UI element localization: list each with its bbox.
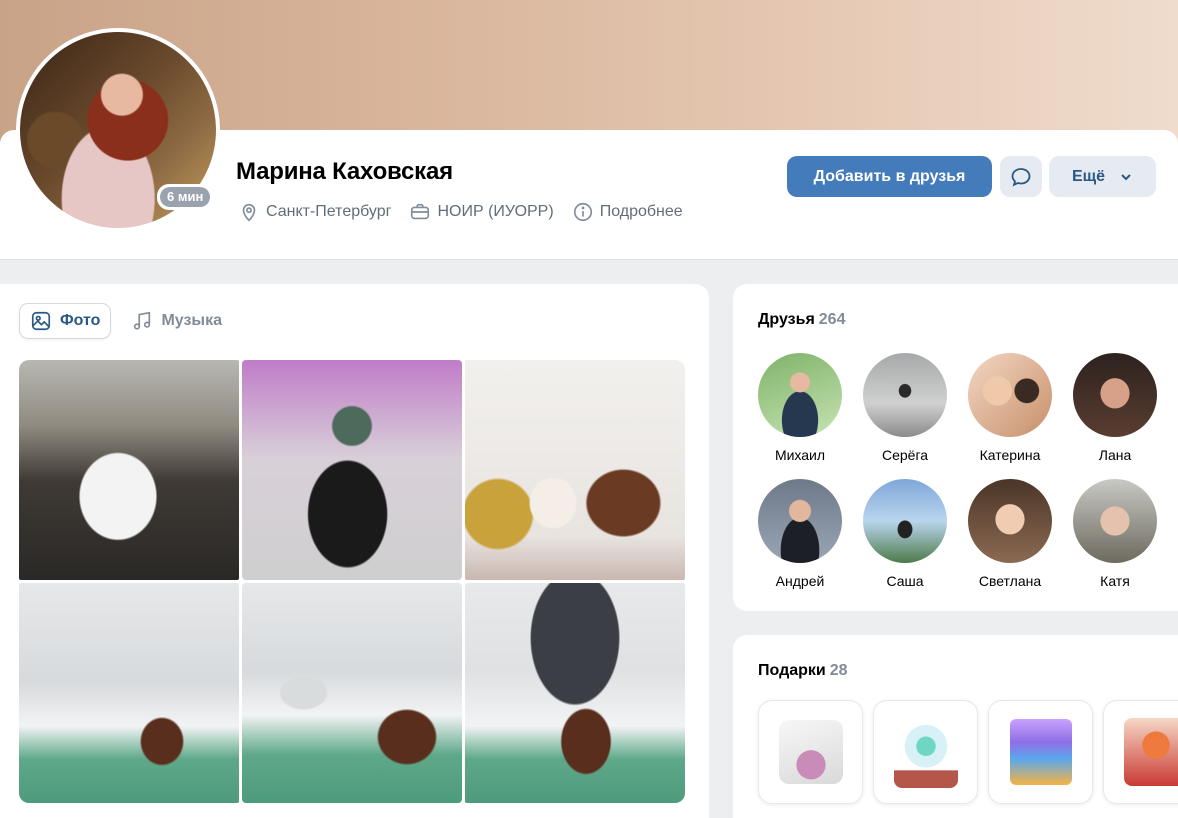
photo-thumbnail[interactable] [19,360,239,580]
tab-photos-label: Фото [60,312,101,329]
message-button[interactable] [1000,156,1042,197]
music-icon [134,311,151,330]
friend-item[interactable]: Лана [1073,353,1157,463]
avatar [863,353,947,437]
avatar [968,353,1052,437]
profile-work[interactable]: НОИР (ИУОРР) [409,201,554,223]
photo-thumbnail[interactable] [465,360,685,580]
photo-thumbnail[interactable] [242,583,462,803]
friend-name: Катя [1100,573,1130,589]
gift-snowglobe-icon [893,716,958,788]
location-pin-icon [242,203,256,222]
more-button-label: Ещё [1071,167,1106,185]
gift-item[interactable] [758,700,863,804]
profile-city-label: Санкт-Петербург [266,203,392,220]
profile-meta: Санкт-Петербург НОИР (ИУОРР) Подробнее [238,201,683,223]
gift-item[interactable] [988,700,1093,804]
avatar [1073,353,1157,437]
photo-icon [31,311,51,331]
friend-name: Лана [1098,447,1132,463]
friend-item[interactable]: Катя [1073,479,1157,589]
avatar [968,479,1052,563]
avatar [758,479,842,563]
friends-title: Друзья [758,311,815,328]
friend-name: Саша [886,573,924,589]
friend-item[interactable]: Саша [863,479,947,589]
profile-city[interactable]: Санкт-Петербург [238,201,391,223]
tab-photos[interactable]: Фото [19,303,112,339]
gift-cake-icon [778,720,843,784]
info-icon [573,202,592,222]
friend-item[interactable]: Светлана [968,479,1052,589]
profile-work-label: НОИР (ИУОРР) [437,203,554,220]
friends-count: 264 [818,311,846,328]
friend-name: Михаил [774,447,826,463]
tab-music[interactable]: Музыка [121,303,232,339]
photo-thumbnail[interactable] [465,583,685,803]
chevron-down-icon [1121,173,1131,180]
friend-item[interactable]: Андрей [758,479,842,589]
gift-item[interactable] [873,700,978,804]
gift-item[interactable] [1103,700,1178,804]
profile-details-label: Подробнее [599,203,683,220]
friends-header[interactable]: Друзья 264 [758,311,845,329]
gifts-header[interactable]: Подарки 28 [758,662,848,680]
photo-thumbnail[interactable] [19,583,239,803]
gifts-count: 28 [829,662,848,679]
friends-block: Друзья 264 Михаил Серёга Катерина Лана Ан… [733,284,1178,611]
add-friend-button[interactable]: Добавить в друзья [787,156,992,197]
online-status-text: 6 мин [160,187,211,207]
friend-item[interactable]: Серёга [863,353,947,463]
profile-details-link[interactable]: Подробнее [572,201,683,223]
message-icon [1011,167,1031,186]
avatar [863,479,947,563]
gifts-block: Подарки 28 [733,635,1178,818]
media-tabs: Фото Музыка [19,303,232,339]
gifts-row [758,700,1178,804]
online-status-badge: 6 мин [157,184,214,210]
gift-fox-icon [1123,718,1178,786]
friend-name: Андрей [775,573,825,589]
profile-name: Марина Каховская [236,158,453,185]
media-block: Фото Музыка [0,284,709,818]
photo-thumbnail[interactable] [242,360,462,580]
friend-item[interactable]: Катерина [968,353,1052,463]
avatar [1073,479,1157,563]
briefcase-icon [411,203,430,220]
gifts-title: Подарки [758,662,826,679]
friend-name: Светлана [978,573,1042,589]
gift-box-icon [1009,719,1072,785]
friend-item[interactable]: Михаил [758,353,842,463]
friend-name: Серёга [881,447,929,463]
friend-name: Катерина [979,447,1041,463]
avatar [758,353,842,437]
more-button[interactable]: Ещё [1049,156,1156,197]
friends-grid: Михаил Серёга Катерина Лана Андрей Саша … [758,353,1157,589]
tab-music-label: Музыка [161,312,222,329]
photo-grid [19,360,685,803]
